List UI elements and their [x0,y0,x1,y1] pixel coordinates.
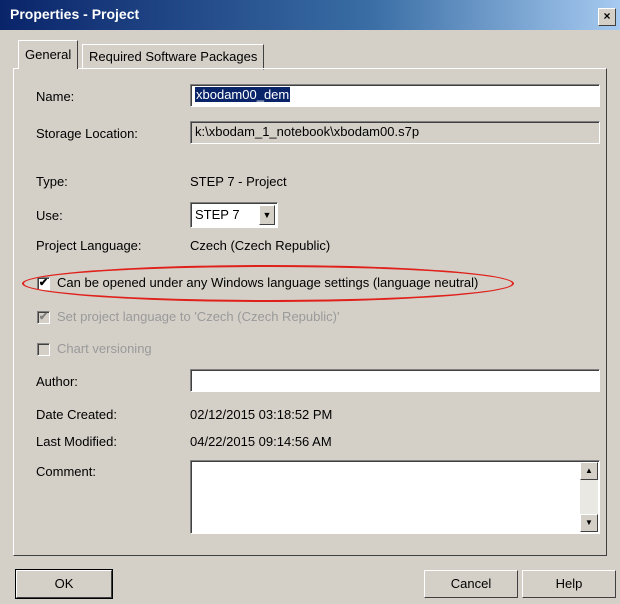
tab-general[interactable]: General [18,40,79,69]
properties-dialog: Properties - Project × General Required … [0,0,620,604]
general-tab-panel [13,68,607,556]
help-button[interactable]: Help [522,570,616,598]
close-button[interactable]: × [598,8,616,26]
window-title: Properties - Project [10,6,140,22]
tab-required-software-packages[interactable]: Required Software Packages [82,44,265,70]
cancel-button[interactable]: Cancel [424,570,518,598]
title-bar[interactable]: Properties - Project × [0,0,620,30]
ok-button[interactable]: OK [15,569,113,599]
